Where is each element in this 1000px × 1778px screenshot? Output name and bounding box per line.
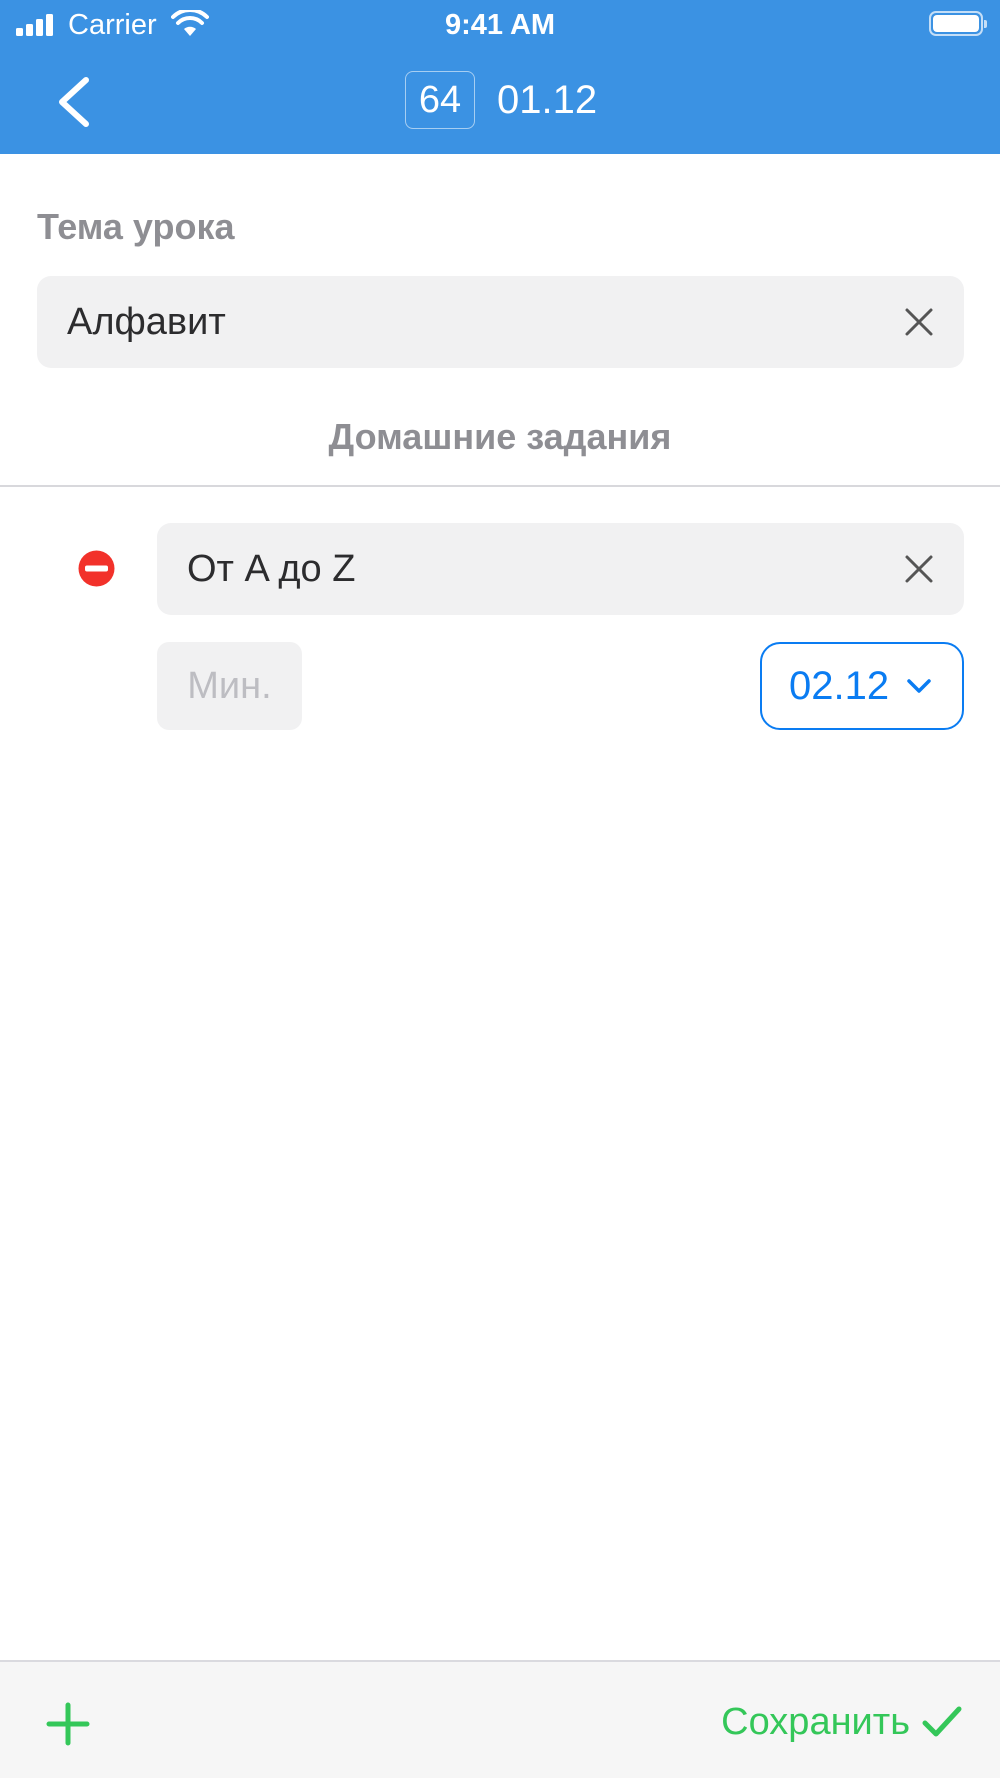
battery-icon bbox=[929, 11, 987, 36]
minutes-input[interactable] bbox=[157, 642, 302, 730]
add-homework-button[interactable] bbox=[46, 1702, 90, 1746]
status-time: 9:41 AM bbox=[444, 9, 556, 41]
lesson-number-badge: 64 bbox=[405, 71, 475, 129]
plus-icon bbox=[46, 1702, 90, 1746]
lesson-date: 01.12 bbox=[497, 78, 598, 122]
homework-section-title: Домашние задания bbox=[328, 416, 672, 457]
save-label: Сохранить bbox=[721, 1701, 910, 1743]
topic-field[interactable]: Алфавит bbox=[37, 276, 964, 368]
back-button[interactable] bbox=[50, 74, 100, 130]
clear-homework-button[interactable] bbox=[899, 549, 939, 589]
topic-value[interactable]: Алфавит bbox=[67, 276, 226, 368]
topic-label: Тема урока bbox=[37, 206, 235, 247]
remove-homework-button[interactable] bbox=[78, 550, 115, 587]
checkmark-icon bbox=[922, 1706, 962, 1737]
chevron-left-icon bbox=[59, 77, 89, 127]
close-icon bbox=[905, 308, 933, 336]
homework-text-field[interactable]: От A до Z bbox=[157, 523, 964, 615]
bottom-toolbar: Сохранить bbox=[0, 1660, 1000, 1778]
status-bar: Carrier 9:41 AM bbox=[0, 0, 1000, 50]
homework-text[interactable]: От A до Z bbox=[187, 523, 355, 615]
navigation-header: Carrier 9:41 AM 64 01.12 bbox=[0, 0, 1000, 154]
chevron-down-icon bbox=[907, 679, 931, 693]
due-date-select[interactable]: 02.12 bbox=[760, 642, 964, 730]
clear-topic-button[interactable] bbox=[899, 302, 939, 342]
section-divider bbox=[0, 485, 1000, 487]
save-button[interactable]: Сохранить bbox=[721, 1692, 962, 1752]
minus-circle-icon bbox=[78, 550, 115, 587]
close-icon bbox=[905, 555, 933, 583]
due-date-value: 02.12 bbox=[789, 664, 890, 708]
